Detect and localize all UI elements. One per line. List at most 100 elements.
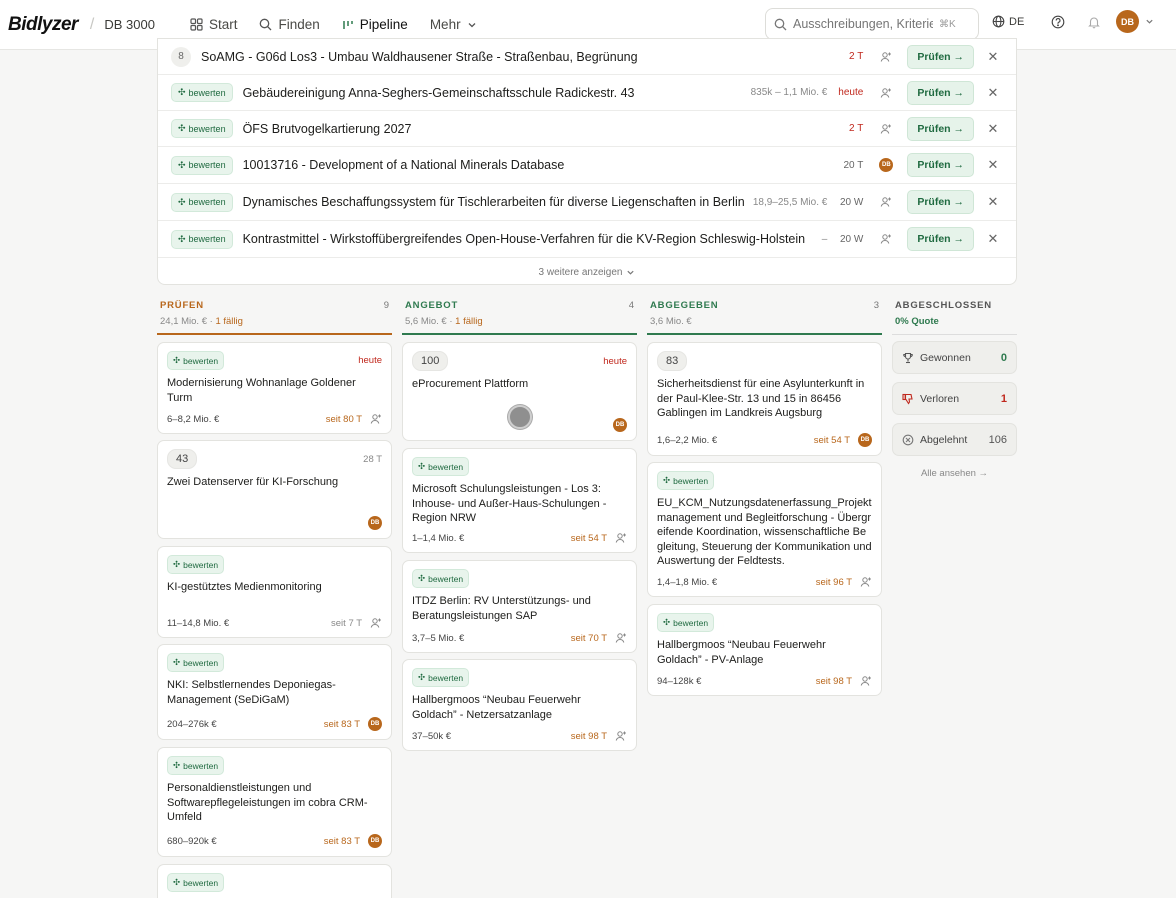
pruefen-button[interactable]: Prüfen →: [907, 44, 974, 69]
user-menu[interactable]: DB: [1116, 10, 1154, 33]
assign-user-icon[interactable]: [370, 617, 382, 629]
assignee-avatar-slot[interactable]: DB: [875, 158, 897, 172]
status-badge: ✣ bewerten: [171, 155, 233, 175]
app-logo[interactable]: Bidlyzer: [8, 14, 78, 36]
card-age: seit 7 T: [331, 617, 362, 629]
card-number: 43: [167, 449, 198, 469]
pruefen-button[interactable]: Prüfen →: [907, 116, 974, 141]
card-title: Hallbergmoos “Neubau Feuerwehr Goldach” …: [412, 694, 581, 721]
assign-user-icon[interactable]: [860, 675, 872, 687]
assignee-avatar[interactable]: DB: [368, 717, 382, 731]
item-value: –: [821, 233, 828, 245]
item-title[interactable]: ÖFS Brutvogelkartierung 2027: [243, 122, 838, 136]
column-header-pruefen: PRÜFEN 9 24,1 Mio. € · 1 fällig: [157, 292, 392, 335]
assign-user-icon[interactable]: [615, 730, 627, 742]
pipeline-card[interactable]: 43 28 T Zwei Datenserver für KI-Forschung…: [157, 440, 392, 539]
card-value: 11–14,8 Mio. €: [167, 617, 230, 629]
list-item[interactable]: ✣ bewerten 10013716 - Development of a Na…: [158, 147, 1016, 184]
list-item[interactable]: ✣ bewerten Dynamisches Beschaffungssystem…: [158, 184, 1016, 221]
column-count: 3: [873, 300, 879, 311]
pipeline-card[interactable]: ✣ bewerten Hallbergmoos “Neubau Feuerwehr…: [647, 604, 882, 696]
dismiss-icon[interactable]: ✕: [986, 85, 1000, 101]
assign-user-icon[interactable]: [860, 576, 872, 588]
dismiss-icon[interactable]: ✕: [986, 157, 1000, 173]
pruefen-button[interactable]: Prüfen →: [907, 153, 974, 177]
pipeline-card[interactable]: ✣ bewerten Microsoft Schulungsleistungen …: [402, 448, 637, 553]
card-title: NKI: Selbstlernendes Deponiegas-Manageme…: [167, 679, 336, 706]
breadcrumb-separator: /: [89, 15, 95, 33]
assign-user-icon[interactable]: [875, 196, 897, 208]
search-icon: [774, 18, 787, 30]
closed-lost[interactable]: Verloren 1: [892, 382, 1017, 415]
show-more-button[interactable]: 3 weitere anzeigen: [158, 258, 1016, 284]
assignee-avatar[interactable]: DB: [368, 834, 382, 848]
pipeline-card[interactable]: ✣ bewerten: [157, 864, 392, 898]
sparkle-icon: ✣: [173, 760, 181, 770]
list-item[interactable]: 8 SoAMG - G06d Los3 - Umbau Waldhausener…: [158, 39, 1016, 75]
status-badge-label: bewerten: [428, 573, 464, 584]
dismiss-icon[interactable]: ✕: [986, 194, 1000, 210]
pipeline-card[interactable]: ✣ bewerten heute Modernisierung Wohnanlage…: [157, 342, 392, 434]
assignee-avatar[interactable]: DB: [368, 516, 382, 530]
item-title[interactable]: Gebäudereinigung Anna-Seghers-Gemeinscha…: [243, 86, 751, 100]
sparkle-icon: ✣: [418, 461, 426, 471]
status-badge: ✣ bewerten: [167, 653, 225, 672]
list-item[interactable]: ✣ bewerten Kontrastmittel - Wirkstoffüber…: [158, 221, 1016, 258]
notifications-button[interactable]: [1076, 15, 1112, 29]
pipeline-card[interactable]: ✣ bewerten NKI: Selbstlernendes Deponiega…: [157, 644, 392, 740]
card-value: 3,7–5 Mio. €: [412, 632, 465, 644]
workspace-name[interactable]: DB 3000: [104, 17, 155, 32]
pruefen-button[interactable]: Prüfen →: [907, 227, 974, 251]
closed-rejected[interactable]: Abgelehnt 106: [892, 423, 1017, 456]
nav-pipeline-label: Pipeline: [359, 17, 408, 32]
card-value: 680–920k €: [167, 835, 217, 847]
pruefen-button[interactable]: Prüfen →: [907, 190, 974, 214]
pipeline-card[interactable]: ✣ bewerten ITDZ Berlin: RV Unterstützungs…: [402, 560, 637, 653]
sparkle-icon: ✣: [418, 672, 426, 682]
item-title[interactable]: Kontrastmittel - Wirkstoffübergreifendes…: [243, 232, 822, 246]
search-box[interactable]: ⌘K: [765, 8, 979, 40]
status-badge-label: bewerten: [428, 461, 464, 472]
card-title: Personaldienstleistungen und Softwarepfl…: [167, 782, 368, 823]
closed-won-label: Gewonnen: [920, 351, 971, 364]
list-item[interactable]: ✣ bewerten ÖFS Brutvogelkartierung 2027 2…: [158, 111, 1016, 147]
card-age: seit 80 T: [325, 413, 362, 425]
due-indicator: 2 T: [849, 123, 864, 134]
sparkle-icon: ✣: [663, 617, 671, 627]
pipeline-card[interactable]: ✣ bewerten Hallbergmoos “Neubau Feuerwehr…: [402, 659, 637, 751]
due-indicator: heute: [358, 355, 382, 366]
list-item[interactable]: ✣ bewerten Gebäudereinigung Anna-Seghers-…: [158, 75, 1016, 111]
assign-user-icon[interactable]: [615, 532, 627, 544]
status-badge-label: bewerten: [188, 87, 226, 98]
language-switch[interactable]: DE: [992, 15, 1040, 28]
status-badge: ✣ bewerten: [171, 83, 233, 102]
pipeline-card[interactable]: ✣ bewerten EU_KCM_Nutzungsdatenerfassung_…: [647, 462, 882, 597]
assign-user-icon[interactable]: [875, 87, 897, 99]
assignee-avatar[interactable]: DB: [613, 418, 627, 432]
assign-user-icon[interactable]: [370, 413, 382, 425]
pruefen-button[interactable]: Prüfen →: [907, 80, 974, 105]
item-title[interactable]: 10013716 - Development of a National Min…: [243, 158, 838, 172]
view-all-link[interactable]: Alle ansehen →: [892, 468, 1017, 479]
pipeline-card[interactable]: ✣ bewerten Personaldienstleistungen und S…: [157, 747, 392, 857]
assign-user-icon[interactable]: [875, 51, 897, 63]
closed-won[interactable]: Gewonnen 0: [892, 341, 1017, 374]
search-input[interactable]: [793, 17, 933, 31]
pipeline-card[interactable]: ✣ bewerten KI-gestütztes Medienmonitoring…: [157, 546, 392, 638]
help-button[interactable]: [1040, 15, 1076, 29]
dismiss-icon[interactable]: ✕: [986, 121, 1000, 137]
pipeline-card[interactable]: 83 Sicherheitsdienst für eine Asylunterk…: [647, 342, 882, 456]
dismiss-icon[interactable]: ✕: [986, 49, 1000, 65]
closed-lost-count: 1: [1000, 392, 1007, 405]
item-title[interactable]: SoAMG - G06d Los3 - Umbau Waldhausener S…: [201, 50, 837, 64]
pipeline-icon: [343, 20, 353, 29]
assignee-avatar[interactable]: DB: [858, 433, 872, 447]
assign-user-icon[interactable]: [875, 233, 897, 245]
assign-user-icon[interactable]: [615, 632, 627, 644]
item-title[interactable]: Dynamisches Beschaffungssystem für Tisch…: [243, 195, 753, 209]
column-header-abgeschlossen: ABGESCHLOSSEN 0% Quote: [892, 292, 1017, 335]
assign-user-icon[interactable]: [875, 123, 897, 135]
dismiss-icon[interactable]: ✕: [986, 231, 1000, 247]
sparkle-icon: ✣: [178, 159, 186, 170]
pipeline-card[interactable]: 100 heute eProcurement Plattform DB: [402, 342, 637, 441]
